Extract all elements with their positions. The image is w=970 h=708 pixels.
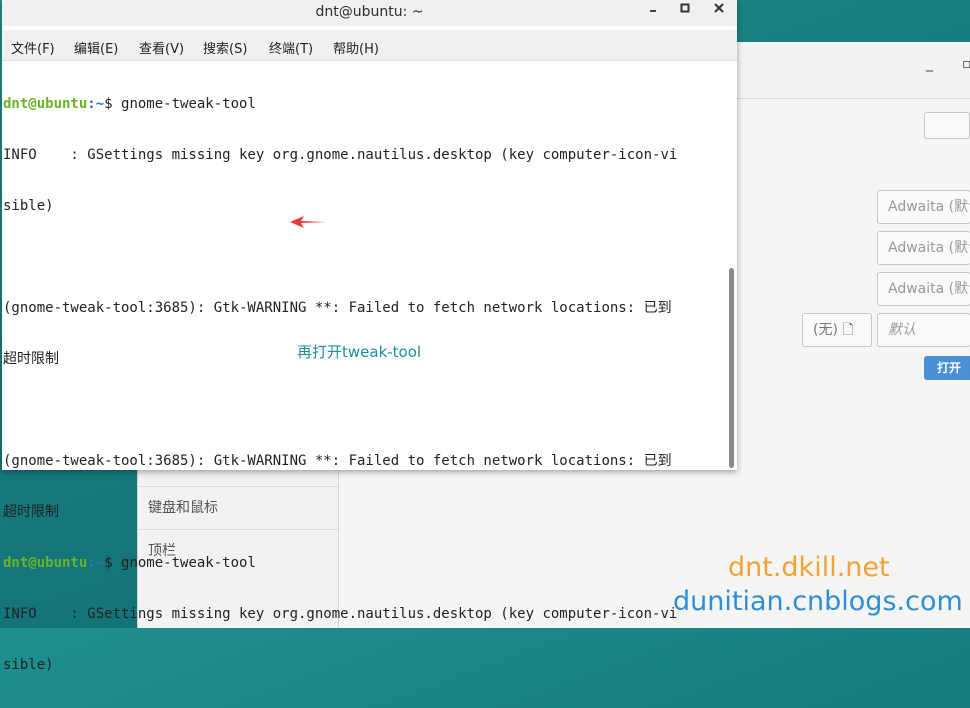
terminal-line: 超时限制 xyxy=(3,504,59,520)
menu-view[interactable]: 查看(V) xyxy=(139,38,184,57)
maximize-icon[interactable] xyxy=(680,2,690,17)
terminal-line: sible) xyxy=(3,198,54,214)
terminal-output[interactable]: dnt@ubuntu:~$ gnome-tweak-tool INFO : GS… xyxy=(3,62,725,673)
gtk-theme-select[interactable]: Adwaita (默认) xyxy=(877,190,970,224)
watermark-domain: dnt.dkill.net xyxy=(728,552,890,583)
menu-file[interactable]: 文件(F) xyxy=(11,38,55,57)
terminal-line: dnt@ubuntu:~$ gnome-tweak-tool xyxy=(3,555,256,571)
minimize-icon[interactable]: _ xyxy=(926,56,933,72)
terminal-titlebar: dnt@ubuntu: ~ xyxy=(2,0,737,26)
annotation-text: 再打开tweak-tool xyxy=(297,343,422,361)
menu-help[interactable]: 帮助(H) xyxy=(333,38,379,57)
terminal-line: (gnome-tweak-tool:3685): Gtk-WARNING **:… xyxy=(3,453,672,469)
terminal-line: INFO : GSettings missing key org.gnome.n… xyxy=(3,147,678,163)
menu-terminal[interactable]: 终端(T) xyxy=(269,38,313,57)
terminal-line: INFO : GSettings missing key org.gnome.n… xyxy=(3,606,678,622)
terminal-line: (gnome-tweak-tool:3685): Gtk-WARNING **:… xyxy=(3,300,672,316)
red-arrow-icon xyxy=(290,216,326,228)
open-button[interactable]: 打开 xyxy=(924,356,970,380)
shell-theme-select[interactable]: 默认 xyxy=(877,313,970,347)
terminal-line: dnt@ubuntu:~$ gnome-tweak-tool xyxy=(3,96,256,112)
window-title: dnt@ubuntu: ~ xyxy=(315,4,424,20)
maximize-icon[interactable]: ▫ xyxy=(962,56,970,72)
file-icon: 🗋 xyxy=(842,322,854,338)
terminal-line: sible) xyxy=(3,657,54,673)
minimize-icon[interactable] xyxy=(648,2,658,17)
watermark-blog: dunitian.cnblogs.com xyxy=(673,586,963,617)
menu-search[interactable]: 搜索(S) xyxy=(203,38,247,57)
menu-edit[interactable]: 编辑(E) xyxy=(74,38,118,57)
terminal-window: dnt@ubuntu: ~ 文件(F) 编辑(E) 查看(V) 搜索(S) 终端… xyxy=(2,0,737,673)
scrollbar-thumb[interactable] xyxy=(729,268,734,468)
shell-theme-none-button[interactable]: (无) 🗋 xyxy=(802,313,872,347)
terminal-scrollbar[interactable] xyxy=(726,62,736,468)
terminal-menubar: 文件(F) 编辑(E) 查看(V) 搜索(S) 终端(T) 帮助(H) xyxy=(2,30,737,61)
icon-theme-select[interactable]: Adwaita (默认) xyxy=(877,231,970,265)
cursor-theme-select[interactable]: Adwaita (默认) xyxy=(877,272,970,306)
close-icon[interactable] xyxy=(714,2,724,17)
search-box-fragment[interactable] xyxy=(924,112,970,139)
